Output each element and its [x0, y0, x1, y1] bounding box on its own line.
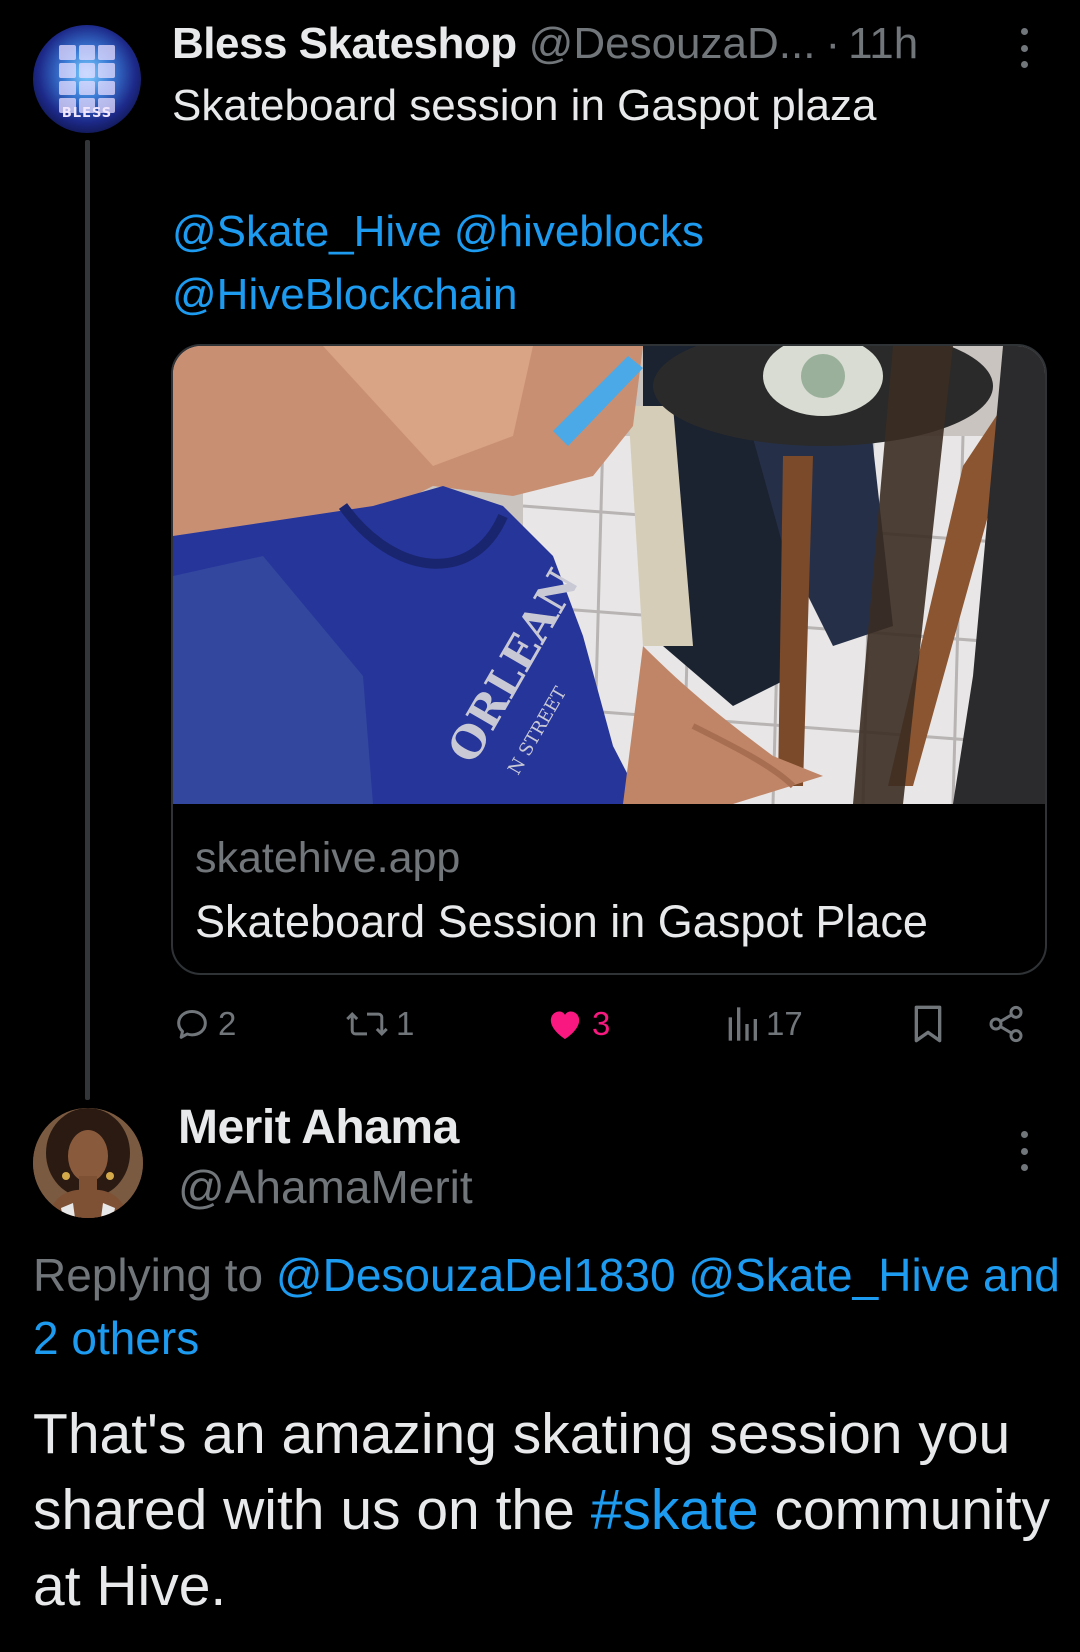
share-icon: [989, 1005, 1023, 1043]
link-preview-card[interactable]: ORLEAN N STREET skatehive.app Skateboard…: [171, 344, 1047, 975]
reply-author-avatar[interactable]: [33, 1108, 143, 1218]
repost-icon: [346, 1012, 388, 1036]
replying-to-prefix: Replying to: [33, 1249, 264, 1301]
link-preview-domain: skatehive.app: [195, 834, 461, 882]
tweet-action-bar: 2 1 3 17: [172, 994, 1032, 1054]
heart-icon: [550, 1011, 580, 1039]
repost-count: 1: [396, 1005, 415, 1042]
reply-text: That's an amazing skating session you sh…: [33, 1396, 1053, 1624]
reply-button[interactable]: 2: [172, 994, 236, 1054]
view-count: 17: [766, 1005, 803, 1042]
avatar-logo-grid: [59, 45, 115, 113]
reply-count: 2: [218, 1005, 237, 1042]
repost-button[interactable]: 1: [344, 994, 414, 1054]
author-name[interactable]: Bless Skateshop: [172, 19, 517, 69]
bookmark-button[interactable]: [910, 994, 946, 1054]
share-button[interactable]: [986, 994, 1026, 1054]
mention-link[interactable]: @Skate_Hive: [172, 207, 442, 256]
tweet-header: Bless Skateshop @DesouzaD... · 11h: [172, 14, 992, 74]
hashtag-link[interactable]: #skate: [591, 1478, 759, 1542]
replying-to-others-link[interactable]: 2 others: [33, 1312, 199, 1364]
replying-to: Replying to @DesouzaDel1830 @Skate_Hive …: [33, 1244, 1080, 1370]
views-icon: [728, 1007, 757, 1041]
bookmark-icon: [914, 1005, 942, 1043]
like-button[interactable]: 3: [544, 994, 610, 1054]
replying-to-mention[interactable]: @DesouzaDel1830: [276, 1249, 676, 1301]
link-preview-title: Skateboard Session in Gaspot Place: [195, 896, 928, 947]
thread-view: BLESS Bless Skateshop @DesouzaD... · 11h…: [0, 0, 1080, 1652]
author-handle[interactable]: @DesouzaD...: [529, 19, 816, 69]
views-button[interactable]: 17: [724, 994, 803, 1054]
tweet-text: Skateboard session in Gaspot plaza @Skat…: [172, 74, 1052, 326]
mention-link[interactable]: @hiveblocks: [454, 207, 704, 256]
reply-author-handle[interactable]: @AhamaMerit: [178, 1160, 473, 1214]
mention-link[interactable]: @HiveBlockchain: [172, 270, 517, 319]
tweet-timestamp[interactable]: 11h: [848, 19, 918, 69]
more-options-icon[interactable]: [1017, 28, 1031, 68]
reply-author-name[interactable]: Merit Ahama: [178, 1100, 459, 1155]
thread-connector-line: [85, 140, 90, 1100]
header-separator: ·: [825, 19, 841, 68]
replying-to-and[interactable]: and: [983, 1249, 1060, 1301]
like-count: 3: [592, 1005, 611, 1042]
tweet-text-line: Skateboard session in Gaspot plaza: [172, 81, 877, 130]
reply-icon: [177, 1010, 207, 1039]
link-preview-image: ORLEAN N STREET: [173, 346, 1045, 804]
replying-to-mention[interactable]: @Skate_Hive: [688, 1249, 970, 1301]
reply-more-options-icon[interactable]: [1017, 1131, 1031, 1171]
avatar-logo-text: BLESS: [61, 106, 113, 121]
author-avatar[interactable]: BLESS: [33, 25, 141, 133]
